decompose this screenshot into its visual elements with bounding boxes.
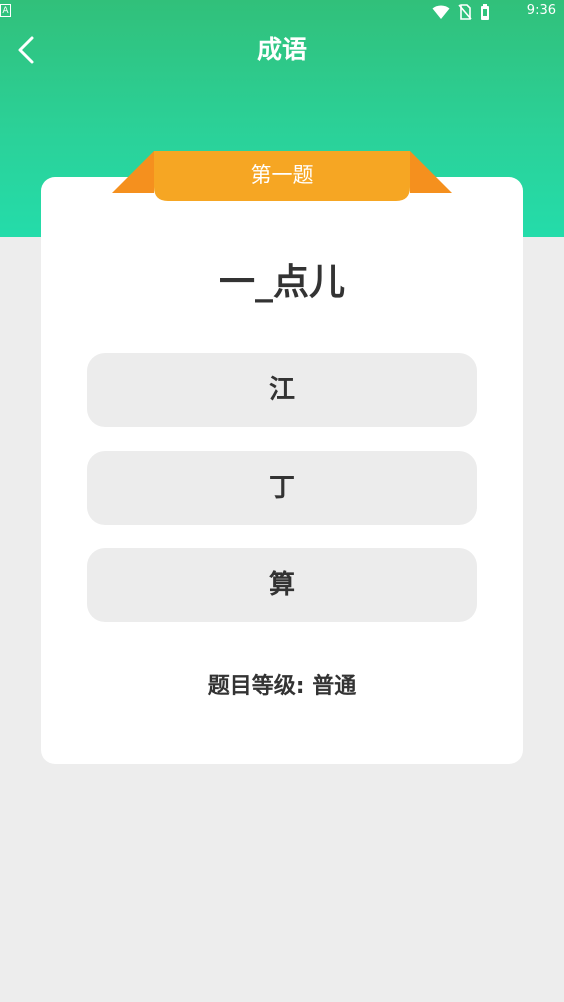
question-text: 一_点儿 [218, 262, 345, 303]
question-number: 第一题 [250, 163, 314, 187]
option-button-3[interactable]: 算 [87, 548, 477, 622]
option-button-2[interactable]: 丁 [87, 451, 477, 525]
page-title: 成语 [256, 35, 307, 64]
difficulty-level: 题目等级: 普通 [207, 674, 357, 699]
option-button-1[interactable]: 江 [87, 353, 477, 427]
status-bar: A 9:36 [0, 0, 564, 24]
notification-badge: A [0, 4, 11, 17]
question-number-ribbon: 第一题 [112, 151, 452, 203]
no-sim-icon [458, 4, 472, 20]
status-time: 9:36 [526, 3, 556, 18]
wifi-icon [432, 5, 450, 19]
battery-icon [481, 4, 489, 20]
